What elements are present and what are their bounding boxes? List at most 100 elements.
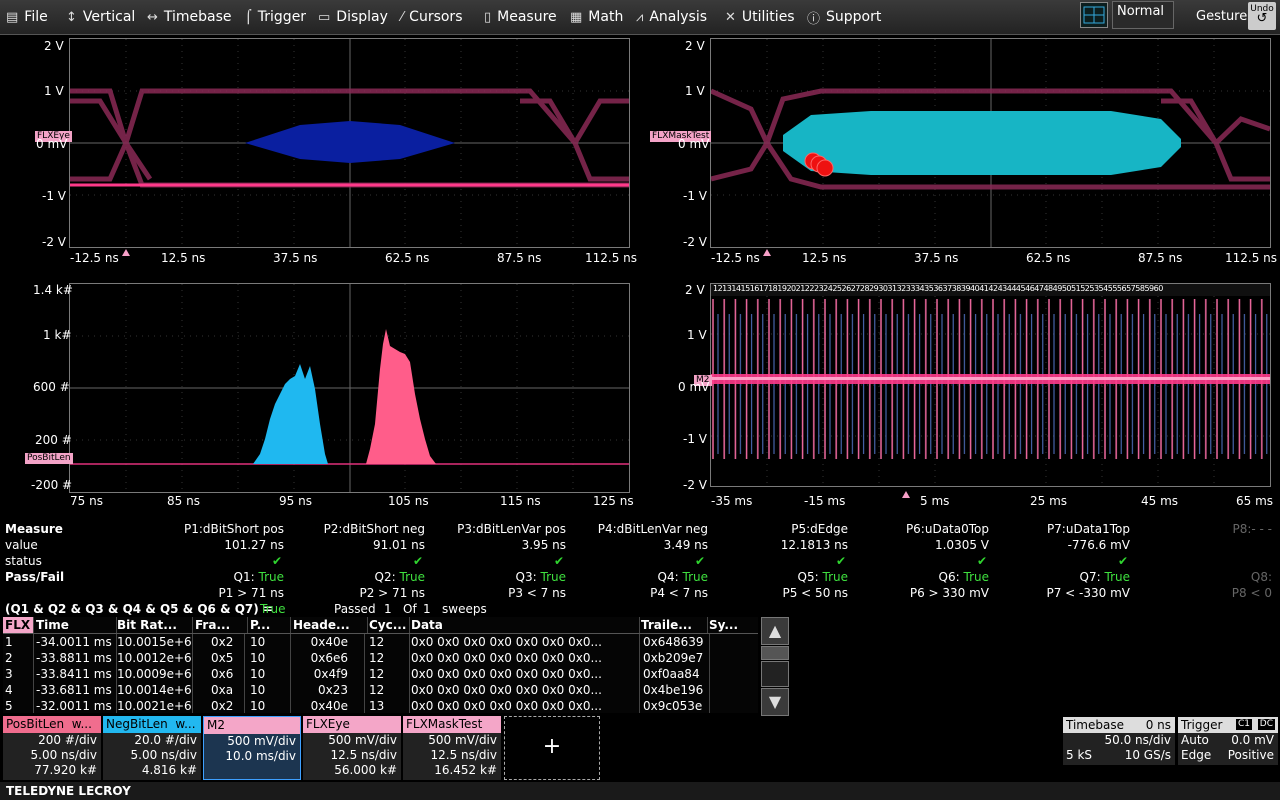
decode-table[interactable]: FLX Time Bit Rat... Fra... P... Heade...… — [3, 617, 758, 713]
qualifier[interactable]: Q2: True — [375, 570, 425, 584]
bus-grid[interactable]: 1213141516171819202122232425262728293031… — [710, 283, 1271, 487]
table-cell: -32.0011 ms — [34, 698, 117, 713]
param-name[interactable]: P8:- - - — [1232, 522, 1272, 536]
trigger-mode-selector[interactable]: Normal — [1112, 1, 1174, 29]
table-cell: 0x9c053e — [639, 698, 710, 713]
table-cell: 0x0 0x0 0x0 0x0 0x0 0x0 0x0... — [409, 650, 640, 666]
descriptor-negbitlen[interactable]: NegBitLen w... 20.0 #/div 5.00 ns/div 4.81… — [103, 716, 201, 780]
menu-support[interactable]: ⓘ Support — [807, 0, 881, 34]
descriptor-flxeye[interactable]: FLXEye 500 mV/div 12.5 ns/div 56.000 k# — [303, 716, 401, 780]
menu-cursors[interactable]: ⁄ Cursors — [401, 0, 463, 34]
table-cell: 12 — [367, 650, 410, 666]
menu-trigger[interactable]: ⌠ Trigger — [245, 0, 306, 34]
table-cell — [707, 666, 758, 682]
col-header[interactable]: P... — [248, 617, 291, 633]
qualifier[interactable]: Q1: True — [234, 570, 284, 584]
table-scroll-down-button[interactable]: ▼ — [761, 688, 789, 716]
qualifier[interactable]: Q8: — [1251, 570, 1272, 584]
param-name[interactable]: P5:dEdge — [791, 522, 848, 536]
mask-ylabel: 0 mV — [678, 137, 710, 151]
param-value: 12.1813 ns — [780, 538, 848, 552]
col-header[interactable]: Data — [409, 617, 640, 633]
menu-timebase[interactable]: ↔ Timebase — [147, 0, 232, 34]
col-header[interactable]: Traile... — [639, 617, 708, 633]
qualifier[interactable]: Q7: True — [1080, 570, 1130, 584]
descriptor-header: FLXMaskTest — [403, 716, 501, 733]
table-cell: 0xb209e7 — [639, 650, 710, 666]
qualifier[interactable]: Q5: True — [798, 570, 848, 584]
col-header[interactable]: Bit Rat... — [115, 617, 193, 633]
bus-ylabel: -1 V — [683, 432, 707, 446]
param-name[interactable]: P6:uData0Top — [906, 522, 989, 536]
col-header[interactable]: Cyc... — [367, 617, 410, 633]
hist-channel-tag[interactable]: PosBitLen — [25, 453, 73, 464]
undo-button[interactable]: Undo ↺ — [1248, 2, 1276, 30]
descriptor-flxmasktest[interactable]: FLXMaskTest 500 mV/div 12.5 ns/div 16.452 … — [403, 716, 501, 780]
param-name[interactable]: P2:dBitShort neg — [324, 522, 425, 536]
grid-layout-icon[interactable] — [1080, 2, 1108, 28]
qualifier[interactable]: Q4: True — [658, 570, 708, 584]
table-cell: -33.8411 ms — [34, 666, 117, 682]
table-cell: 0x6e6 — [291, 650, 365, 666]
table-cell: 0x0 0x0 0x0 0x0 0x0 0x0 0x0... — [409, 698, 640, 713]
menu-display[interactable]: ▭ Display — [318, 0, 388, 34]
mask-xlabel: 62.5 ns — [1026, 251, 1071, 265]
hist-ylabel: 200 # — [35, 433, 72, 447]
table-row[interactable]: 5 -32.0011 ms 10.0021e+6 0x2 10 0x40e 13… — [3, 698, 758, 713]
param-name[interactable]: P4:dBitLenVar neg — [598, 522, 708, 536]
bus-ylabel: -2 V — [683, 478, 707, 492]
col-header[interactable]: Time — [34, 617, 117, 633]
menu-file[interactable]: ▤ File — [6, 0, 48, 34]
table-cell: 0x4f9 — [291, 666, 365, 682]
descriptor-m2[interactable]: M2 500 mV/div 10.0 ms/div — [203, 716, 301, 780]
param-value: 3.49 ns — [663, 538, 708, 552]
qualifier[interactable]: Q6: True — [939, 570, 989, 584]
hist-grid[interactable] — [69, 283, 630, 493]
measure-summary-row: (Q1 & Q2 & Q3 & Q4 & Q5 & Q6 & Q7) = Tru… — [0, 602, 1280, 618]
status-check-icon: ✔ — [413, 554, 424, 568]
bus-xlabel: 45 ms — [1141, 494, 1179, 508]
table-cell: 10.0014e+6 — [117, 682, 193, 698]
table-cell: 10 — [248, 698, 291, 713]
table-row[interactable]: 3 -33.8411 ms 10.0009e+6 0x6 10 0x4f9 12… — [3, 666, 758, 682]
table-cell: 0x0 0x0 0x0 0x0 0x0 0x0 0x0... — [409, 666, 640, 682]
qualifier[interactable]: Q3: True — [516, 570, 566, 584]
menu-measure[interactable]: ▯ Measure — [484, 0, 557, 34]
param-name[interactable]: P7:uData1Top — [1047, 522, 1130, 536]
param-name[interactable]: P1:dBitShort pos — [184, 522, 284, 536]
display-icon: ▭ — [318, 9, 331, 25]
measure-passfail-row: Pass/Fail Q1: True Q2: True Q3: True Q4:… — [0, 570, 1280, 586]
status-check-icon: ✔ — [272, 554, 283, 568]
table-cell: 5 — [3, 698, 34, 713]
table-cell: 10 — [248, 682, 291, 698]
timebase-descriptor[interactable]: Timebase 0 ns 50.0 ns/div 5 kS 10 GS/s — [1063, 717, 1175, 765]
menu-utilities[interactable]: ✕ Utilities — [725, 0, 795, 34]
mask-xlabel: 12.5 ns — [802, 251, 847, 265]
add-trace-button[interactable]: + — [504, 716, 600, 780]
param-name[interactable]: P3:dBitLenVar pos — [457, 522, 566, 536]
table-row[interactable]: 2 -33.8811 ms 10.0012e+6 0x5 10 0x6e6 12… — [3, 650, 758, 666]
hist-ylabel: -200 # — [31, 478, 73, 492]
col-header[interactable]: Fra... — [193, 617, 248, 633]
mask-grid[interactable] — [710, 38, 1271, 248]
table-scroll-thumb[interactable] — [761, 646, 789, 660]
eye-trace — [70, 39, 629, 247]
table-cell: 0x2 — [193, 634, 245, 650]
eye-ylabel: 2 V — [44, 39, 64, 53]
table-row[interactable]: 1 -34.0011 ms 10.0015e+6 0x2 10 0x40e 12… — [3, 634, 758, 650]
menu-math[interactable]: ▦ Math — [570, 0, 623, 34]
col-header[interactable]: Sy... — [707, 617, 758, 633]
table-cell: 0x4be196 — [639, 682, 710, 698]
descriptor-posbitlen[interactable]: PosBitLen w... 200 #/div 5.00 ns/div 77.92… — [3, 716, 101, 780]
eye-grid[interactable] — [69, 38, 630, 248]
col-header[interactable]: Heade... — [291, 617, 368, 633]
menu-vertical[interactable]: ↕ Vertical — [66, 0, 135, 34]
table-row[interactable]: 4 -33.6811 ms 10.0014e+6 0xa 10 0x23 12 … — [3, 682, 758, 698]
menu-analysis[interactable]: ⩘ Analysis — [636, 0, 707, 34]
table-scroll-track[interactable] — [761, 661, 789, 687]
analysis-icon: ⩘ — [636, 9, 644, 25]
col-header[interactable]: FLX — [3, 617, 34, 633]
table-scroll-up-button[interactable]: ▲ — [761, 617, 789, 645]
mask-ylabel: -1 V — [683, 189, 707, 203]
trigger-descriptor[interactable]: Trigger C1 DC Auto 0.0 mV Edge Positive — [1178, 717, 1278, 765]
